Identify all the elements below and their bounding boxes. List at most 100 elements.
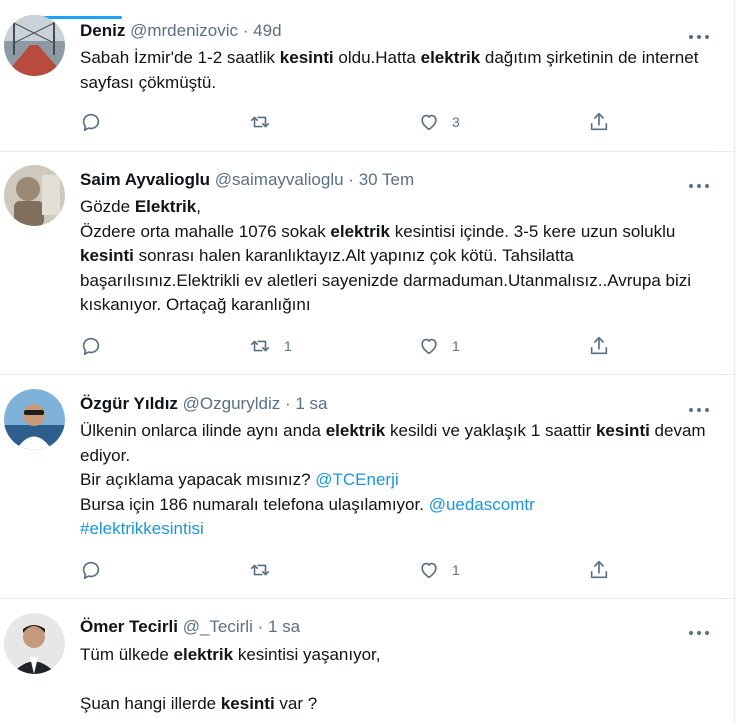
share-icon xyxy=(588,335,610,357)
text-segment: Gözde xyxy=(80,197,135,216)
like-icon xyxy=(418,111,440,133)
text-segment: Şuan hangi illerde xyxy=(80,694,221,713)
retweet-icon xyxy=(248,335,272,357)
avatar[interactable] xyxy=(4,389,65,450)
separator: · xyxy=(284,394,291,413)
text-segment: kesintisi içinde. 3-5 kere uzun soluklu xyxy=(389,221,676,241)
reply-button[interactable] xyxy=(80,110,114,134)
highlighted-keyword: elektrik xyxy=(330,221,390,241)
text-segment: kesildi ve yaklaşık 1 saattir xyxy=(385,421,596,440)
tweet-paragraph: #elektrikkesintisi xyxy=(80,517,710,542)
like-count: 1 xyxy=(452,562,460,578)
tweet-feed: Deniz @mrdenizovic · 49d Sabah İzmir'de … xyxy=(0,0,735,723)
text-segment: Ülkenin onlarca ilinde aynı anda xyxy=(80,421,326,440)
retweet-button[interactable]: 1 xyxy=(248,334,292,358)
separator: · xyxy=(348,170,354,189)
share-icon xyxy=(588,559,610,581)
author-name[interactable]: Ömer Tecirli xyxy=(80,617,178,636)
author-handle[interactable]: @Ozguryldiz xyxy=(183,394,281,413)
retweet-icon xyxy=(248,559,272,581)
tweet[interactable]: Deniz @mrdenizovic · 49d Sabah İzmir'de … xyxy=(0,0,734,152)
like-button[interactable]: 1 xyxy=(418,334,460,358)
action-bar: 3 xyxy=(80,110,640,134)
author-handle[interactable]: @mrdenizovic xyxy=(130,21,238,40)
tweet-header: Saim Ayvalioglu @saimayvalioglu · 30 Tem xyxy=(80,169,414,191)
reply-icon xyxy=(80,559,102,581)
tweet[interactable]: Ömer Tecirli @_Tecirli · 1 sa Tüm ülkede… xyxy=(0,598,734,723)
like-icon xyxy=(418,559,440,581)
retweet-count: 1 xyxy=(284,338,292,354)
author-handle[interactable]: @_Tecirli xyxy=(183,617,253,636)
avatar[interactable] xyxy=(4,165,65,226)
avatar[interactable] xyxy=(4,613,65,674)
more-icon[interactable] xyxy=(688,624,710,635)
mention-link[interactable]: #elektrikkesintisi xyxy=(80,519,204,538)
highlighted-keyword: kesinti xyxy=(80,246,134,265)
highlighted-keyword: Elektrik xyxy=(134,197,197,216)
tweet-header: Deniz @mrdenizovic · 49d xyxy=(80,20,282,42)
tweet-text: Gözde Elektrik, Özdere orta mahalle 1076 … xyxy=(80,195,710,318)
tweet[interactable]: Özgür Yıldız @Ozguryldiz · 1 sa Ülkenin … xyxy=(0,374,734,599)
timestamp[interactable]: 49d xyxy=(253,21,281,40)
author-name[interactable]: Özgür Yıldız xyxy=(80,394,178,413)
tweet-paragraph: Tüm ülkede elektrik kesintisi yaşanıyor, xyxy=(80,643,710,668)
highlighted-keyword: kesinti xyxy=(595,421,650,440)
tweet-paragraph: Gözde Elektrik, xyxy=(80,195,710,220)
highlighted-keyword: kesinti xyxy=(279,48,334,67)
tweet-paragraph xyxy=(80,668,710,693)
timestamp[interactable]: 1 sa xyxy=(268,617,300,636)
separator: · xyxy=(257,617,264,636)
more-icon[interactable] xyxy=(688,28,710,39)
tweet-paragraph: Özdere orta mahalle 1076 sokak elektrik … xyxy=(80,220,710,318)
reply-button[interactable] xyxy=(80,558,114,582)
text-segment: oldu.Hatta xyxy=(333,48,421,67)
like-button[interactable]: 1 xyxy=(418,558,460,582)
share-button[interactable] xyxy=(588,334,610,358)
text-segment: kesintisi yaşanıyor, xyxy=(233,645,381,664)
text-segment: sonrası halen karanlıktayız.Alt yapınız … xyxy=(80,246,692,314)
tweet-paragraph: Ülkenin onlarca ilinde aynı anda elektri… xyxy=(80,419,710,468)
tweet[interactable]: Saim Ayvalioglu @saimayvalioglu · 30 Tem… xyxy=(0,151,734,375)
like-button[interactable]: 3 xyxy=(418,110,460,134)
more-icon[interactable] xyxy=(688,177,710,188)
highlighted-keyword: elektrik xyxy=(173,645,234,664)
share-icon xyxy=(588,111,610,133)
separator: · xyxy=(242,21,249,40)
retweet-button[interactable] xyxy=(248,558,284,582)
reply-icon xyxy=(80,111,102,133)
author-name[interactable]: Deniz xyxy=(80,21,125,40)
retweet-icon xyxy=(248,111,272,133)
more-icon[interactable] xyxy=(688,401,710,412)
text-segment: , xyxy=(196,197,201,216)
author-name[interactable]: Saim Ayvalioglu xyxy=(80,170,210,189)
text-segment: Sabah İzmir'de 1-2 saatlik xyxy=(80,48,280,67)
tweet-text: Ülkenin onlarca ilinde aynı anda elektri… xyxy=(80,419,710,542)
highlighted-keyword: elektrik xyxy=(325,421,386,440)
like-count: 3 xyxy=(452,114,460,130)
timestamp[interactable]: 1 sa xyxy=(295,394,327,413)
tweet-paragraph: Bursa için 186 numaralı telefona ulaşıla… xyxy=(80,493,710,518)
highlighted-keyword: elektrik xyxy=(420,48,481,67)
like-count: 1 xyxy=(452,338,460,354)
action-bar: 11 xyxy=(80,334,640,358)
author-handle[interactable]: @saimayvalioglu xyxy=(215,170,344,189)
share-button[interactable] xyxy=(588,110,610,134)
mention-link[interactable]: @uedascomtr xyxy=(429,495,535,514)
text-segment: Bursa için 186 numaralı telefona ulaşıla… xyxy=(80,494,429,514)
tweet-paragraph: Sabah İzmir'de 1-2 saatlik kesinti oldu.… xyxy=(80,46,710,95)
tweet-header: Ömer Tecirli @_Tecirli · 1 sa xyxy=(80,616,300,638)
text-segment: Bir açıklama yapacak mısınız? xyxy=(80,470,316,489)
tweet-paragraph: Şuan hangi illerde kesinti var ? xyxy=(80,692,710,717)
avatar[interactable] xyxy=(4,15,65,76)
share-button[interactable] xyxy=(588,558,610,582)
timestamp[interactable]: 30 Tem xyxy=(359,170,414,189)
tweet-header: Özgür Yıldız @Ozguryldiz · 1 sa xyxy=(80,393,328,415)
reply-icon xyxy=(80,335,102,357)
text-segment: Tüm ülkede xyxy=(80,645,174,664)
retweet-button[interactable] xyxy=(248,110,284,134)
reply-button[interactable] xyxy=(80,334,114,358)
tweet-text: Sabah İzmir'de 1-2 saatlik kesinti oldu.… xyxy=(80,46,710,95)
text-segment: var ? xyxy=(274,694,318,713)
tweet-text: Tüm ülkede elektrik kesintisi yaşanıyor,… xyxy=(80,643,710,717)
mention-link[interactable]: @TCEnerji xyxy=(315,470,398,489)
